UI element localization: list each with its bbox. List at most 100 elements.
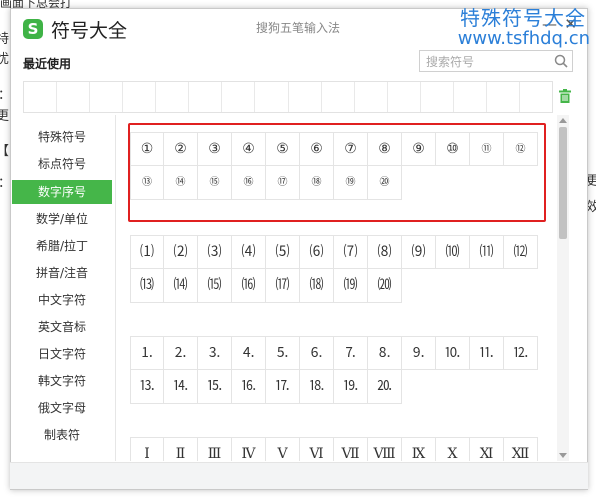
symbol-cell[interactable]: ⑧ [368, 132, 402, 166]
symbol-cell[interactable]: ⑫ [504, 132, 538, 166]
symbol-cell[interactable]: ⒖ [198, 370, 232, 404]
recent-symbol-cell[interactable] [57, 82, 91, 112]
symbol-cell[interactable]: Ⅹ [436, 437, 470, 461]
symbol-cell[interactable]: Ⅷ [368, 437, 402, 461]
symbol-cell[interactable]: ⑼ [402, 235, 436, 269]
search-input[interactable] [420, 52, 552, 72]
symbol-cell[interactable]: Ⅰ [130, 437, 164, 461]
category-item[interactable]: 拼音/注音 [12, 261, 112, 285]
symbol-cell[interactable]: ⑵ [164, 235, 198, 269]
symbol-cell[interactable]: Ⅵ [300, 437, 334, 461]
symbol-cell[interactable]: ⑴ [130, 235, 164, 269]
symbol-cell[interactable]: ⒉ [164, 336, 198, 370]
symbol-cell[interactable]: ⑸ [266, 235, 300, 269]
symbol-cell[interactable]: ⑪ [470, 132, 504, 166]
category-item[interactable]: 中文字符 [12, 288, 112, 312]
symbol-cell[interactable]: ④ [232, 132, 266, 166]
symbol-cell[interactable]: Ⅳ [232, 437, 266, 461]
symbol-cell[interactable]: ⑾ [470, 235, 504, 269]
category-item[interactable]: 俄文字母 [12, 396, 112, 420]
recent-symbol-cell[interactable] [189, 82, 223, 112]
symbol-cell[interactable]: ⑺ [334, 235, 368, 269]
category-item[interactable]: 特殊符号 [12, 125, 112, 149]
symbol-cell[interactable]: ⒐ [402, 336, 436, 370]
symbol-cell[interactable]: ⑻ [368, 235, 402, 269]
symbol-cell[interactable]: ⒘ [266, 370, 300, 404]
category-item[interactable]: 希腊/拉丁 [12, 234, 112, 258]
symbol-cell[interactable]: ⑰ [266, 166, 300, 200]
symbol-cell[interactable]: ⑲ [334, 166, 368, 200]
symbol-cell[interactable]: ⒒ [470, 336, 504, 370]
recent-symbol-cell[interactable] [322, 82, 355, 112]
recent-symbol-cell[interactable] [421, 82, 454, 112]
symbol-cell[interactable]: ⒎ [334, 336, 368, 370]
symbol-cell[interactable]: Ⅺ [470, 437, 504, 461]
symbol-cell[interactable]: ⒓ [504, 336, 538, 370]
symbol-cell[interactable]: ⑹ [300, 235, 334, 269]
content-scrollbar[interactable] [557, 115, 569, 461]
symbol-cell[interactable]: ⑤ [266, 132, 300, 166]
symbol-cell[interactable]: ⑮ [198, 166, 232, 200]
symbol-cell[interactable]: ⒑ [436, 336, 470, 370]
symbol-cell[interactable]: ⑭ [164, 166, 198, 200]
recent-symbol-cell[interactable] [156, 82, 190, 112]
symbol-cell[interactable]: ⒇ [368, 269, 402, 303]
symbol-cell[interactable]: ⒙ [300, 370, 334, 404]
recent-symbol-cell[interactable] [289, 82, 322, 112]
recent-symbol-cell[interactable] [388, 82, 421, 112]
symbol-cell[interactable]: ⒅ [300, 269, 334, 303]
category-item[interactable]: 数学/单位 [12, 207, 112, 231]
category-item[interactable]: 韩文字符 [12, 369, 112, 393]
symbol-cell[interactable]: ⒆ [334, 269, 368, 303]
symbol-cell[interactable]: Ⅱ [164, 437, 198, 461]
recent-symbol-cell[interactable] [24, 82, 58, 112]
symbol-cell[interactable]: ⒃ [232, 269, 266, 303]
symbol-cell[interactable]: ⒍ [300, 336, 334, 370]
symbol-cell[interactable]: ① [130, 132, 164, 166]
category-item[interactable]: 制表符 [12, 423, 112, 447]
symbol-cell[interactable]: ⒌ [266, 336, 300, 370]
symbol-cell[interactable]: Ⅲ [198, 437, 232, 461]
symbol-cell[interactable]: Ⅻ [504, 437, 538, 461]
recent-symbol-cell[interactable] [90, 82, 124, 112]
recent-symbol-cell[interactable] [520, 82, 552, 112]
symbol-cell[interactable]: ⑥ [300, 132, 334, 166]
symbol-cell[interactable]: ⒗ [232, 370, 266, 404]
symbol-cell[interactable]: ⑶ [198, 235, 232, 269]
category-item[interactable]: 标点符号 [12, 152, 112, 176]
symbol-cell[interactable]: ⑽ [436, 235, 470, 269]
scroll-up-arrow-icon[interactable] [559, 118, 567, 123]
symbol-cell[interactable]: ② [164, 132, 198, 166]
symbol-cell[interactable]: ⒊ [198, 336, 232, 370]
symbol-cell[interactable]: ⒀ [130, 269, 164, 303]
symbol-cell[interactable]: ⒔ [130, 370, 164, 404]
symbol-cell[interactable]: ⒕ [164, 370, 198, 404]
symbol-cell[interactable]: ⒈ [130, 336, 164, 370]
symbol-cell[interactable]: ⑬ [130, 166, 164, 200]
symbol-cell[interactable]: ⒁ [164, 269, 198, 303]
symbol-cell[interactable]: ⑨ [402, 132, 436, 166]
category-item[interactable]: 数字序号 [12, 180, 112, 204]
symbol-cell[interactable]: ⒏ [368, 336, 402, 370]
symbol-cell[interactable]: Ⅶ [334, 437, 368, 461]
scroll-thumb[interactable] [559, 127, 567, 239]
symbol-cell[interactable]: ③ [198, 132, 232, 166]
symbol-cell[interactable]: ⒂ [198, 269, 232, 303]
symbol-cell[interactable]: ⒛ [368, 370, 402, 404]
trash-icon[interactable] [559, 89, 571, 103]
symbol-cell[interactable]: ⒚ [334, 370, 368, 404]
recent-symbol-cell[interactable] [454, 82, 487, 112]
recent-symbol-cell[interactable] [222, 82, 256, 112]
category-item[interactable]: 日文字符 [12, 342, 112, 366]
symbol-cell[interactable]: ⑯ [232, 166, 266, 200]
symbol-cell[interactable]: Ⅸ [402, 437, 436, 461]
symbol-cell[interactable]: ⑱ [300, 166, 334, 200]
recent-symbol-cell[interactable] [355, 82, 388, 112]
symbol-cell[interactable]: ⑦ [334, 132, 368, 166]
recent-symbol-cell[interactable] [123, 82, 157, 112]
symbol-cell[interactable]: ⑳ [368, 166, 402, 200]
search-box[interactable] [419, 50, 573, 72]
symbol-cell[interactable]: Ⅴ [266, 437, 300, 461]
recent-symbol-cell[interactable] [487, 82, 520, 112]
symbol-cell[interactable]: ⑷ [232, 235, 266, 269]
